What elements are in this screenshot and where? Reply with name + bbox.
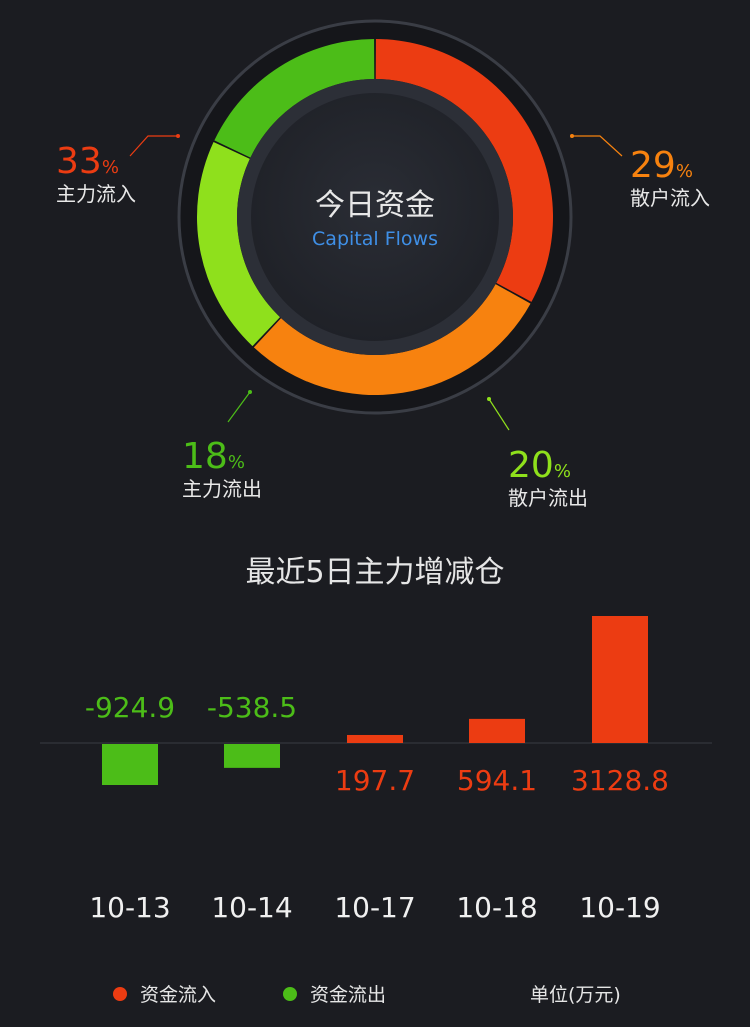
retail-out-pct-group: 20%	[508, 445, 571, 486]
main-in-pct-group: 33%	[56, 141, 119, 182]
bar-value-label: 3128.8	[571, 764, 669, 797]
main-in-leader	[129, 135, 178, 157]
bar-value-label: -538.5	[207, 691, 297, 724]
main-out-label: 主力流出	[182, 477, 262, 501]
callout-main-in: 33% 主力流入	[56, 141, 136, 206]
main-in-unit: %	[102, 157, 119, 178]
donut-chart: 今日资金 Capital Flows	[177, 19, 573, 415]
retail-out-unit: %	[554, 461, 571, 482]
main-in-leader-dot	[176, 134, 180, 138]
bar-10-13	[102, 744, 158, 785]
main-out-leader-dot	[248, 390, 252, 394]
x-tick-label: 10-19	[579, 891, 660, 924]
legend-inflow-label: 资金流入	[140, 984, 216, 1006]
retail-out-pct: 20	[508, 445, 554, 486]
callout-main-out: 18% 主力流出	[182, 436, 262, 501]
retail-out-leader	[488, 398, 510, 431]
retail-in-unit: %	[676, 161, 693, 182]
retail-in-pct: 29	[630, 145, 676, 186]
legend-outflow-dot	[283, 987, 297, 1001]
main-out-pct: 18	[182, 436, 228, 477]
retail-in-pct-group: 29%	[630, 145, 693, 186]
bar-value-label: 197.7	[335, 764, 415, 797]
x-tick-label: 10-18	[456, 891, 537, 924]
x-tick-label: 10-13	[89, 891, 170, 924]
retail-in-leader-dot	[570, 134, 574, 138]
x-tick-label: 10-14	[211, 891, 292, 924]
bar-10-17	[347, 734, 403, 743]
bar-10-18	[469, 718, 525, 743]
retail-out-label: 散户流出	[508, 486, 588, 510]
main-out-pct-group: 18%	[182, 436, 245, 477]
retail-in-label: 散户流入	[630, 186, 710, 210]
legend-inflow-dot	[113, 987, 127, 1001]
donut-center-subtitle: Capital Flows	[312, 228, 438, 250]
main-out-unit: %	[228, 452, 245, 473]
retail-out-leader-dot	[487, 397, 491, 401]
main-in-pct: 33	[56, 141, 102, 182]
bar-10-14	[224, 744, 280, 768]
x-tick-label: 10-17	[334, 891, 415, 924]
main-out-leader	[227, 391, 251, 423]
capital-flows-chart: 今日资金 Capital Flows 33% 主力流入 29% 散户流入 18%…	[40, 19, 712, 1006]
main-in-label: 主力流入	[56, 182, 136, 206]
donut-center-title: 今日资金	[315, 188, 435, 223]
retail-in-leader	[572, 135, 623, 157]
legend-outflow-label: 资金流出	[310, 984, 386, 1006]
callout-retail-in: 29% 散户流入	[630, 145, 710, 210]
unit-label: 单位(万元)	[530, 984, 621, 1006]
bar-chart-title: 最近5日主力增减仓	[245, 555, 504, 590]
bar-10-19	[592, 616, 648, 743]
callout-retail-out: 20% 散户流出	[508, 445, 588, 510]
bar-value-label: -924.9	[85, 691, 175, 724]
legend: 资金流入 资金流出 单位(万元)	[113, 984, 621, 1006]
bar-value-label: 594.1	[457, 764, 537, 797]
capital-flows-page: 今日资金 Capital Flows 33% 主力流入 29% 散户流入 18%…	[0, 0, 750, 1027]
bar-series: -924.9 10-13 -538.5 10-14 197.7 10-17 594.1 10-…	[85, 616, 669, 924]
